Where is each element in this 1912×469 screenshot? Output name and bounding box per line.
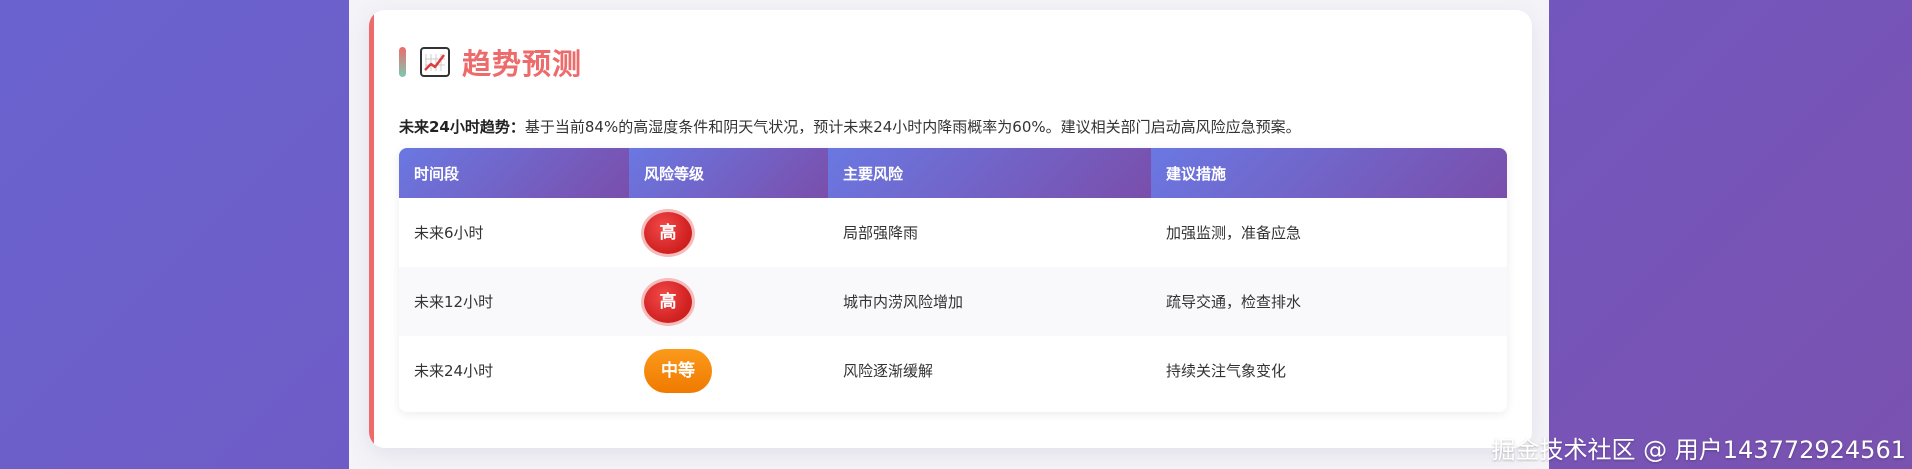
- table-row: 未来6小时 高 局部强降雨 加强监测，准备应急: [399, 198, 1507, 267]
- risk-badge-medium: 中等: [644, 348, 712, 393]
- chart-increasing-icon: [420, 47, 450, 77]
- table-header-row: 时间段 风险等级 主要风险 建议措施: [399, 148, 1507, 198]
- column-header-main-risk: 主要风险: [828, 148, 1151, 198]
- period-cell: 未来24小时: [414, 362, 494, 380]
- table-row: 未来24小时 中等 风险逐渐缓解 持续关注气象变化: [399, 336, 1507, 405]
- risk-level-cell: 中等: [629, 336, 828, 405]
- main-risk-cell: 城市内涝风险增加: [843, 293, 964, 311]
- risk-forecast-table: 时间段 风险等级 主要风险 建议措施 未来6小时 高 局部强降雨 加强监测，准备…: [399, 148, 1507, 412]
- risk-level-cell: 高: [629, 267, 828, 336]
- trend-summary: 未来24小时趋势：基于当前84%的高湿度条件和阴天气状况，预计未来24小时内降雨…: [399, 116, 1301, 137]
- section-title: 趋势预测: [462, 47, 583, 81]
- risk-level-cell: 高: [629, 198, 828, 267]
- watermark: 掘金技术社区 @ 用户143772924561: [1491, 436, 1907, 464]
- column-header-period: 时间段: [399, 148, 629, 198]
- trend-summary-text: 基于当前84%的高湿度条件和阴天气状况，预计未来24小时内降雨概率为60%。建议…: [524, 118, 1301, 136]
- action-cell: 持续关注气象变化: [1166, 362, 1287, 380]
- main-risk-cell: 风险逐渐缓解: [843, 362, 934, 380]
- trend-forecast-card: 趋势预测 未来24小时趋势：基于当前84%的高湿度条件和阴天气状况，预计未来24…: [369, 10, 1532, 448]
- action-cell: 加强监测，准备应急: [1166, 224, 1302, 242]
- column-header-risk-level: 风险等级: [629, 148, 828, 198]
- trend-summary-label: 未来24小时趋势：: [399, 118, 525, 136]
- title-accent-bar: [399, 47, 406, 77]
- action-cell: 疏导交通，检查排水: [1166, 293, 1302, 311]
- section-header: 趋势预测: [399, 42, 582, 82]
- risk-badge-high: 高: [644, 211, 692, 254]
- table-row: 未来12小时 高 城市内涝风险增加 疏导交通，检查排水: [399, 267, 1507, 336]
- main-risk-cell: 局部强降雨: [843, 224, 919, 242]
- column-header-action: 建议措施: [1151, 148, 1507, 198]
- card-accent-border: [369, 10, 374, 448]
- period-cell: 未来12小时: [414, 293, 494, 311]
- risk-badge-high: 高: [644, 280, 692, 323]
- period-cell: 未来6小时: [414, 224, 484, 242]
